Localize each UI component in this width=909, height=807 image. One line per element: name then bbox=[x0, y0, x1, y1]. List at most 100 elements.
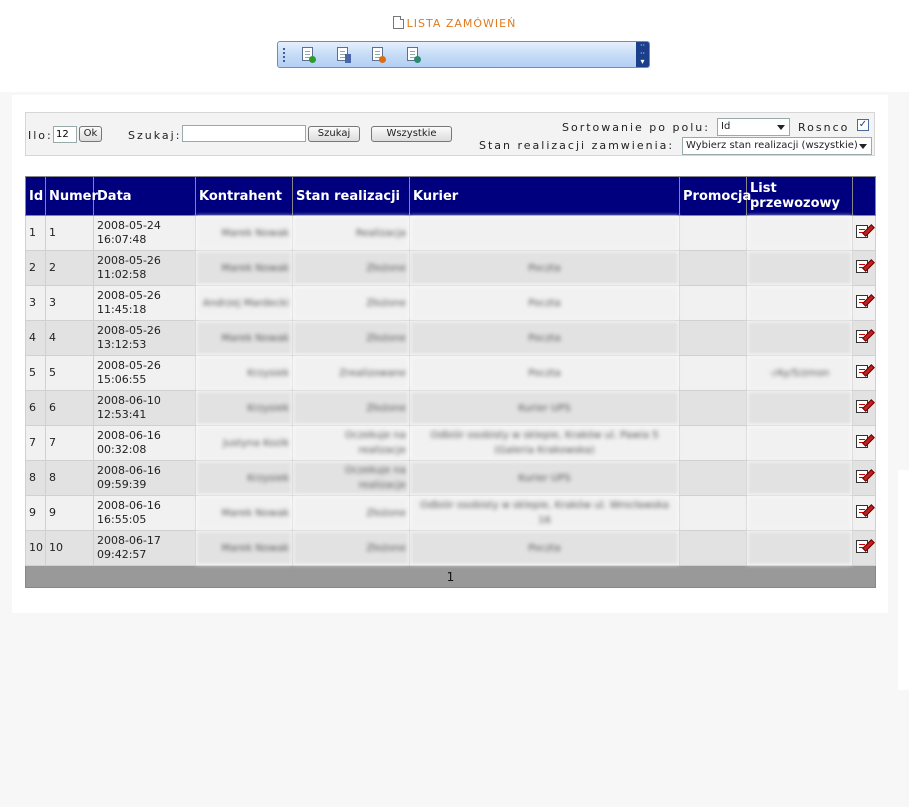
table-row[interactable]: 3 3 2008-05-26 11:45:18 Andrzej Mardecki Złoż… bbox=[25, 285, 876, 321]
cell-list bbox=[746, 250, 853, 286]
cell-numer: 5 bbox=[45, 355, 94, 391]
cell-date: 2008-05-26 11:02:58 bbox=[93, 250, 196, 286]
chevron-down-icon bbox=[777, 125, 785, 130]
ilo-label: Ilo: bbox=[28, 129, 53, 142]
toolbar-overflow-icon[interactable]: ·· ·· ▾ bbox=[636, 42, 649, 67]
status-select[interactable]: Wybierz stan realizacji (wszystkie) bbox=[682, 137, 872, 155]
order-date: 2008-05-26 bbox=[97, 289, 161, 302]
page-link[interactable]: 1 bbox=[25, 565, 876, 588]
search-label: Szukaj: bbox=[128, 129, 182, 142]
sort-select[interactable]: Id bbox=[717, 118, 790, 136]
edit-icon[interactable] bbox=[856, 258, 875, 274]
cell-promocja bbox=[679, 285, 747, 321]
cell-promocja bbox=[679, 215, 747, 251]
edit-icon[interactable] bbox=[856, 223, 875, 239]
cell-kontrahent: Justyna Kozik bbox=[195, 425, 293, 461]
ok-button[interactable]: Ok bbox=[79, 126, 102, 142]
table-row[interactable]: 5 5 2008-05-26 15:06:55 Krzysiek Zrealizowane… bbox=[25, 355, 876, 391]
table-row[interactable]: 10 10 2008-06-17 09:42:57 Marek Nowak Złożone… bbox=[25, 530, 876, 566]
delete-order-button[interactable] bbox=[370, 47, 386, 63]
cell-actions bbox=[852, 250, 876, 286]
cell-id: 4 bbox=[25, 320, 46, 356]
cell-stan: Złożone bbox=[292, 495, 410, 531]
cell-stan: Złożone bbox=[292, 320, 410, 356]
cell-actions bbox=[852, 460, 876, 496]
document-delete-icon bbox=[379, 56, 386, 63]
table-row[interactable]: 9 9 2008-06-16 16:55:05 Marek Nowak Złożone Od… bbox=[25, 495, 876, 531]
page-margin bbox=[898, 470, 909, 690]
table-row[interactable]: 4 4 2008-05-26 13:12:53 Marek Nowak Złożone Po… bbox=[25, 320, 876, 356]
show-all-button[interactable]: Wszystkie bbox=[371, 126, 452, 142]
column-header-list[interactable]: List przewozowy bbox=[746, 176, 853, 216]
cell-stan: Złożone bbox=[292, 390, 410, 426]
document-add-icon bbox=[309, 56, 316, 63]
add-order-button[interactable] bbox=[300, 47, 316, 63]
column-header-id[interactable]: Id bbox=[25, 176, 46, 216]
cell-numer: 4 bbox=[45, 320, 94, 356]
orders-table: Id Numer Data Kontrahent Stan realizacji… bbox=[25, 176, 876, 588]
toolbar-grip-icon[interactable] bbox=[283, 48, 285, 62]
cell-numer: 9 bbox=[45, 495, 94, 531]
search-button[interactable]: Szukaj bbox=[308, 126, 360, 142]
cell-stan: Złożone bbox=[292, 250, 410, 286]
table-row[interactable]: 1 1 2008-05-24 16:07:48 Marek Nowak Realizacj… bbox=[25, 215, 876, 251]
column-header-kurier[interactable]: Kurier bbox=[409, 176, 680, 216]
order-date: 2008-06-17 bbox=[97, 534, 161, 547]
cell-promocja bbox=[679, 530, 747, 566]
cell-id: 6 bbox=[25, 390, 46, 426]
edit-icon[interactable] bbox=[856, 538, 875, 554]
column-header-actions bbox=[852, 176, 876, 216]
cell-list bbox=[746, 530, 853, 566]
status-label: Stan realizacji zamwienia: bbox=[479, 139, 675, 152]
cell-date: 2008-05-26 11:45:18 bbox=[93, 285, 196, 321]
column-header-promocja[interactable]: Promocja bbox=[679, 176, 751, 216]
table-row[interactable]: 7 7 2008-06-16 00:32:08 Justyna Kozik Oczekuj… bbox=[25, 425, 876, 461]
order-time: 16:07:48 bbox=[97, 233, 147, 246]
cell-actions bbox=[852, 495, 876, 531]
page-title-text: LISTA ZAMÓWIEŃ bbox=[406, 17, 517, 30]
order-date: 2008-05-26 bbox=[97, 254, 161, 267]
edit-icon[interactable] bbox=[856, 468, 875, 484]
edit-icon[interactable] bbox=[856, 503, 875, 519]
order-date: 2008-06-16 bbox=[97, 429, 161, 442]
cell-numer: 2 bbox=[45, 250, 94, 286]
cell-list bbox=[746, 495, 853, 531]
table-row[interactable]: 6 6 2008-06-10 12:53:41 Krzysiek Złożone Kurie… bbox=[25, 390, 876, 426]
edit-icon[interactable] bbox=[856, 363, 875, 379]
cell-stan: Zrealizowane bbox=[292, 355, 410, 391]
edit-icon[interactable] bbox=[856, 433, 875, 449]
document-export-icon bbox=[414, 56, 421, 63]
column-header-numer[interactable]: Numer bbox=[45, 176, 98, 216]
edit-icon[interactable] bbox=[856, 398, 875, 414]
export-order-button[interactable] bbox=[405, 47, 421, 63]
cell-actions bbox=[852, 425, 876, 461]
cell-kontrahent: Krzysiek bbox=[195, 390, 293, 426]
column-header-data[interactable]: Data bbox=[93, 176, 196, 216]
cell-stan: Złożone bbox=[292, 530, 410, 566]
ilo-input[interactable] bbox=[53, 126, 77, 143]
list-orders-button[interactable] bbox=[335, 47, 351, 63]
cell-list bbox=[746, 425, 853, 461]
table-row[interactable]: 2 2 2008-05-26 11:02:58 Marek Nowak Złożone Po… bbox=[25, 250, 876, 286]
table-header-row: Id Numer Data Kontrahent Stan realizacji… bbox=[25, 176, 876, 216]
cell-kontrahent: Andrzej Mardecki bbox=[195, 285, 293, 321]
edit-icon[interactable] bbox=[856, 293, 875, 309]
column-header-stan[interactable]: Stan realizacji bbox=[292, 176, 410, 216]
edit-icon[interactable] bbox=[856, 328, 875, 344]
column-header-kontrahent[interactable]: Kontrahent bbox=[195, 176, 293, 216]
cell-promocja bbox=[679, 460, 747, 496]
order-date: 2008-05-24 bbox=[97, 219, 161, 232]
ascending-checkbox[interactable]: ✓ bbox=[857, 119, 869, 131]
cell-actions bbox=[852, 285, 876, 321]
cell-numer: 6 bbox=[45, 390, 94, 426]
cell-kontrahent: Marek Nowak bbox=[195, 495, 293, 531]
cell-list bbox=[746, 285, 853, 321]
order-date: 2008-05-26 bbox=[97, 324, 161, 337]
cell-promocja bbox=[679, 250, 747, 286]
cell-stan: Oczekuje na realizacje bbox=[292, 460, 410, 496]
search-input[interactable] bbox=[182, 125, 306, 142]
cell-kontrahent: Marek Nowak bbox=[195, 320, 293, 356]
table-row[interactable]: 8 8 2008-06-16 09:59:39 Krzysiek Oczekuje na … bbox=[25, 460, 876, 496]
cell-stan: Realizacja bbox=[292, 215, 410, 251]
cell-numer: 1 bbox=[45, 215, 94, 251]
